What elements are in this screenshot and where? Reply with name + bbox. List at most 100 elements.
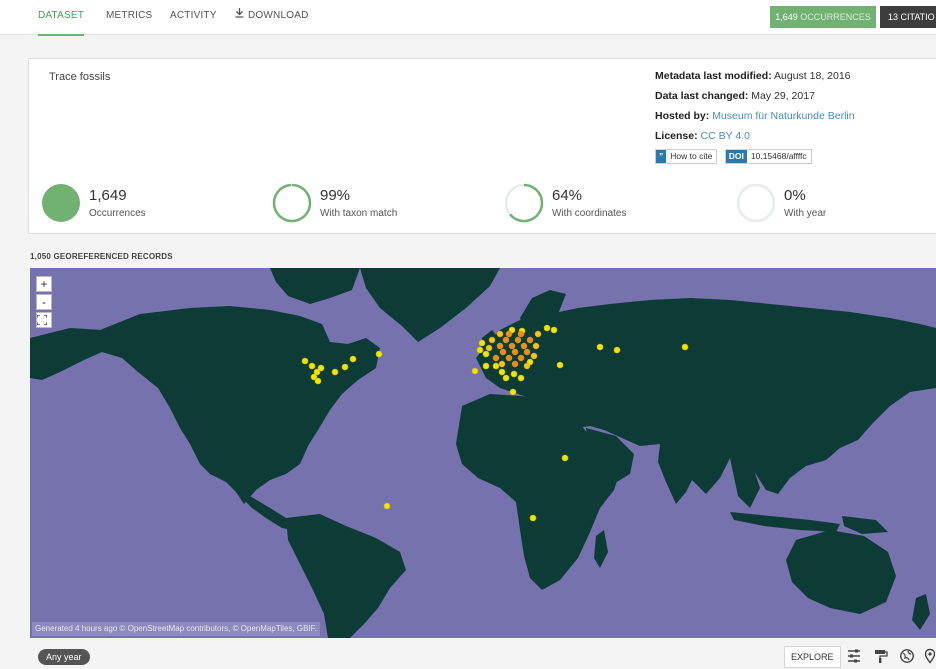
data-changed-value: May 29, 2017 bbox=[751, 90, 815, 102]
stat-year-value: 0% bbox=[784, 187, 806, 204]
gauge-track bbox=[736, 183, 776, 223]
tab-dataset[interactable]: DATASET bbox=[38, 0, 85, 36]
cluster-point bbox=[502, 336, 510, 344]
cluster-point bbox=[517, 354, 525, 362]
occurrence-point bbox=[341, 363, 349, 371]
occurrence-point bbox=[529, 514, 537, 522]
quote-icon: ” bbox=[656, 150, 667, 163]
occurrence-point bbox=[476, 346, 484, 354]
tab-activity-label: ACTIVITY bbox=[170, 10, 217, 21]
gauge-arc bbox=[272, 183, 312, 223]
occurrence-point bbox=[317, 364, 325, 372]
license-label: License: bbox=[655, 130, 698, 142]
new-zealand bbox=[912, 594, 930, 630]
stat-occurrences-gauge bbox=[42, 184, 80, 222]
cluster-point bbox=[505, 354, 513, 362]
mid-point bbox=[485, 344, 493, 352]
occurrence-map[interactable]: + - Generated 4 hours ago © OpenStreetMa… bbox=[30, 268, 936, 638]
cluster-point bbox=[514, 336, 522, 344]
doi-link[interactable]: DOI 10.15468/affffc bbox=[724, 149, 812, 164]
location-icon[interactable] bbox=[922, 648, 936, 664]
occurrence-point bbox=[471, 367, 479, 375]
license-link[interactable]: CC BY 4.0 bbox=[701, 130, 750, 142]
data-changed-label: Data last changed: bbox=[655, 90, 749, 102]
occurrence-point bbox=[314, 377, 322, 385]
mid-point bbox=[496, 330, 504, 338]
stat-coordinates-gauge bbox=[504, 183, 544, 223]
occurrence-point bbox=[550, 326, 558, 334]
dataset-metadata: Metadata last modified: August 18, 2016 … bbox=[655, 69, 855, 149]
alaska bbox=[30, 328, 102, 380]
north-america bbox=[100, 306, 380, 504]
occurrence-point bbox=[613, 346, 621, 354]
occurrence-point bbox=[301, 357, 309, 365]
georeferenced-records-label: 1,050 GEOREFERENCED RECORDS bbox=[30, 252, 173, 261]
tab-metrics[interactable]: METRICS bbox=[106, 0, 152, 34]
fullscreen-icon bbox=[37, 315, 47, 325]
cluster-point bbox=[492, 354, 500, 362]
occurrence-point bbox=[331, 368, 339, 376]
mid-point bbox=[532, 342, 540, 350]
central-america bbox=[236, 492, 292, 530]
cluster-point bbox=[496, 342, 504, 350]
globe-icon[interactable] bbox=[899, 648, 915, 664]
occurrence-point bbox=[681, 343, 689, 351]
cluster-point bbox=[511, 348, 519, 356]
mid-point bbox=[498, 360, 506, 368]
citation-row: ” How to cite DOI 10.15468/affffc bbox=[655, 149, 815, 164]
south-america bbox=[286, 514, 406, 638]
tab-metrics-label: METRICS bbox=[106, 10, 153, 21]
map-attribution: Generated 4 hours ago © OpenStreetMap co… bbox=[32, 622, 320, 636]
mid-point bbox=[488, 336, 496, 344]
download-icon bbox=[235, 0, 244, 32]
new-guinea bbox=[842, 516, 888, 534]
occurrence-point bbox=[375, 350, 383, 358]
citations-button[interactable]: 13 CITATIO bbox=[880, 6, 936, 28]
dataset-info-card: Trace fossils Metadata last modified: Au… bbox=[28, 58, 936, 176]
cluster-point bbox=[499, 348, 507, 356]
sliders-icon[interactable] bbox=[846, 648, 862, 664]
stat-occurrences-value: 1,649 bbox=[89, 187, 127, 204]
dataset-title: Trace fossils bbox=[49, 71, 111, 83]
explore-button[interactable]: EXPLORE bbox=[784, 646, 841, 668]
hosted-by-label: Hosted by: bbox=[655, 110, 710, 122]
tab-activity[interactable]: ACTIVITY bbox=[170, 0, 217, 34]
stat-occurrences-label: Occurrences bbox=[89, 208, 146, 219]
occurrence-point bbox=[561, 454, 569, 462]
stat-taxon-match-value: 99% bbox=[320, 187, 351, 204]
tab-download-label: DOWNLOAD bbox=[248, 10, 309, 21]
occurrence-point bbox=[482, 362, 490, 370]
how-to-cite-label: How to cite bbox=[670, 151, 713, 161]
top-navigation: DATASET METRICS ACTIVITY DOWNLOAD 1,649 … bbox=[0, 0, 936, 36]
dataset-stats: 1,649 Occurrences 99% With taxon match 6… bbox=[28, 175, 936, 234]
cluster-point bbox=[523, 348, 531, 356]
indonesia bbox=[730, 512, 840, 532]
occurrences-button[interactable]: 1,649 OCCURRENCES bbox=[770, 6, 876, 28]
how-to-cite-button[interactable]: ” How to cite bbox=[655, 149, 718, 164]
greenland bbox=[360, 268, 500, 342]
occurrence-point bbox=[482, 350, 490, 358]
mid-point bbox=[534, 330, 542, 338]
occurrence-point bbox=[478, 339, 486, 347]
hosted-by-link[interactable]: Museum für Naturkunde Berlin bbox=[712, 110, 854, 122]
fullscreen-button[interactable] bbox=[36, 312, 52, 328]
zoom-in-button[interactable]: + bbox=[36, 276, 52, 292]
occurrence-point bbox=[510, 370, 518, 378]
stat-taxon-match-gauge bbox=[272, 183, 312, 223]
tab-dataset-label: DATASET bbox=[38, 10, 85, 21]
occurrence-point bbox=[308, 362, 316, 370]
cluster-point bbox=[520, 342, 528, 350]
year-filter-button[interactable]: Any year bbox=[38, 649, 90, 665]
occurrence-point bbox=[556, 361, 564, 369]
tab-download[interactable]: DOWNLOAD bbox=[235, 0, 309, 34]
occurrence-point bbox=[509, 388, 517, 396]
occurrence-point bbox=[543, 324, 551, 332]
paint-roller-icon[interactable] bbox=[873, 648, 889, 664]
occurrence-point bbox=[349, 355, 357, 363]
occurrence-point bbox=[492, 362, 500, 370]
occurrence-point bbox=[596, 343, 604, 351]
occurrences-count: 1,649 bbox=[775, 12, 798, 22]
zoom-out-button[interactable]: - bbox=[36, 294, 52, 310]
cluster-point bbox=[505, 330, 513, 338]
world-map bbox=[30, 268, 936, 638]
